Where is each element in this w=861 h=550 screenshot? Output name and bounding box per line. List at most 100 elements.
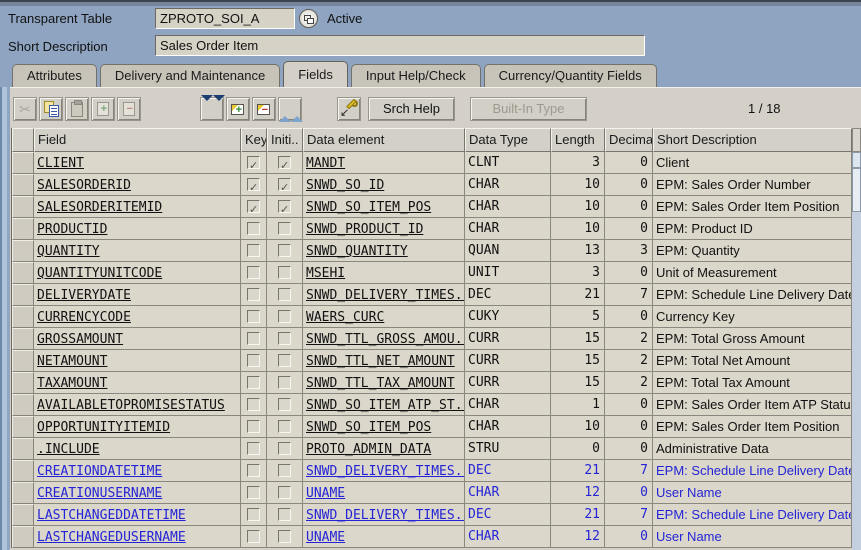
key-checkbox[interactable] xyxy=(247,420,260,433)
field-name-link[interactable]: CLIENT xyxy=(37,156,84,171)
length-cell[interactable]: 10 xyxy=(551,218,605,240)
copy-button[interactable] xyxy=(39,97,63,121)
data-type-cell[interactable]: CLNT xyxy=(465,152,551,174)
length-cell[interactable]: 21 xyxy=(551,504,605,526)
data-element-link[interactable]: SNWD_SO_ITEM_ATP_ST.. xyxy=(306,398,464,413)
tab-attributes[interactable]: Attributes xyxy=(12,64,97,87)
field-name-link[interactable]: NETAMOUNT xyxy=(37,354,107,369)
row-selector[interactable] xyxy=(12,372,34,394)
initial-checkbox[interactable] xyxy=(278,266,291,279)
key-checkbox[interactable] xyxy=(247,178,260,195)
field-name-link[interactable]: SALESORDERITEMID xyxy=(37,200,162,215)
initial-checkbox[interactable] xyxy=(278,376,291,389)
field-name-link[interactable]: .INCLUDE xyxy=(37,442,100,457)
column-header-field[interactable]: Field xyxy=(34,128,241,152)
initial-checkbox[interactable] xyxy=(278,244,291,257)
data-element-link[interactable]: MANDT xyxy=(306,156,345,171)
column-header-data-element[interactable]: Data element xyxy=(303,128,465,152)
data-element-link[interactable]: SNWD_SO_ID xyxy=(306,178,384,193)
key-checkbox[interactable] xyxy=(247,530,260,543)
data-type-cell[interactable]: DEC xyxy=(465,284,551,306)
row-selector[interactable] xyxy=(12,328,34,350)
row-selector[interactable] xyxy=(12,394,34,416)
initial-checkbox[interactable] xyxy=(278,420,291,433)
decimals-cell[interactable]: 2 xyxy=(605,350,653,372)
data-type-cell[interactable]: CHAR xyxy=(465,416,551,438)
decimals-cell[interactable]: 0 xyxy=(605,262,653,284)
decimals-cell[interactable]: 7 xyxy=(605,460,653,482)
field-name-link[interactable]: CREATIONUSERNAME xyxy=(37,486,162,501)
data-element-link[interactable]: SNWD_DELIVERY_TIMES.. xyxy=(306,464,464,479)
tab-currency-quantity-fields[interactable]: Currency/Quantity Fields xyxy=(483,64,657,87)
decimals-cell[interactable]: 0 xyxy=(605,306,653,328)
field-name-link[interactable]: QUANTITY xyxy=(37,244,100,259)
search-help-icon-button[interactable]: ↙ xyxy=(337,97,361,121)
data-type-cell[interactable]: CHAR xyxy=(465,482,551,504)
key-checkbox[interactable] xyxy=(247,486,260,499)
initial-checkbox[interactable] xyxy=(278,288,291,301)
row-selector[interactable] xyxy=(12,196,34,218)
data-element-link[interactable]: SNWD_SO_ITEM_POS xyxy=(306,420,431,435)
tab-input-help-check[interactable]: Input Help/Check xyxy=(350,64,481,87)
row-selector[interactable] xyxy=(12,240,34,262)
table-settings-button[interactable] xyxy=(852,128,861,152)
initial-checkbox[interactable] xyxy=(278,442,291,455)
decimals-cell[interactable]: 0 xyxy=(605,482,653,504)
field-name-link[interactable]: LASTCHANGEDUSERNAME xyxy=(37,530,186,545)
row-selector[interactable] xyxy=(12,460,34,482)
short-description-input[interactable] xyxy=(155,35,645,56)
length-cell[interactable]: 0 xyxy=(551,438,605,460)
decimals-cell[interactable]: 0 xyxy=(605,218,653,240)
initial-checkbox[interactable] xyxy=(278,178,291,195)
data-type-cell[interactable]: CURR xyxy=(465,328,551,350)
key-checkbox[interactable] xyxy=(247,200,260,217)
length-cell[interactable]: 3 xyxy=(551,152,605,174)
row-selector[interactable] xyxy=(12,174,34,196)
length-cell[interactable]: 15 xyxy=(551,328,605,350)
data-element-link[interactable]: SNWD_TTL_NET_AMOUNT xyxy=(306,354,455,369)
scroll-up-arrow[interactable] xyxy=(852,152,861,168)
data-element-link[interactable]: SNWD_DELIVERY_TIMES.. xyxy=(306,508,464,523)
data-element-link[interactable]: SNWD_QUANTITY xyxy=(306,244,408,259)
field-name-link[interactable]: GROSSAMOUNT xyxy=(37,332,123,347)
data-type-cell[interactable]: CHAR xyxy=(465,218,551,240)
initial-checkbox[interactable] xyxy=(278,310,291,323)
row-selector[interactable] xyxy=(12,306,34,328)
data-element-link[interactable]: UNAME xyxy=(306,530,345,545)
decimals-cell[interactable]: 7 xyxy=(605,284,653,306)
decimals-cell[interactable]: 2 xyxy=(605,328,653,350)
initial-checkbox[interactable] xyxy=(278,222,291,235)
length-cell[interactable]: 10 xyxy=(551,196,605,218)
data-type-cell[interactable]: DEC xyxy=(465,460,551,482)
length-cell[interactable]: 5 xyxy=(551,306,605,328)
table-name-input[interactable] xyxy=(155,8,295,29)
row-selector[interactable] xyxy=(12,152,34,174)
field-name-link[interactable]: SALESORDERID xyxy=(37,178,131,193)
field-name-link[interactable]: CURRENCYCODE xyxy=(37,310,131,325)
row-selector[interactable] xyxy=(12,482,34,504)
initial-checkbox[interactable] xyxy=(278,200,291,217)
key-checkbox[interactable] xyxy=(247,442,260,455)
display-object-button[interactable] xyxy=(299,9,318,28)
data-element-link[interactable]: UNAME xyxy=(306,486,345,501)
data-type-cell[interactable]: CURR xyxy=(465,372,551,394)
decimals-cell[interactable]: 0 xyxy=(605,438,653,460)
key-checkbox[interactable] xyxy=(247,156,260,173)
data-element-link[interactable]: SNWD_TTL_GROSS_AMOU.. xyxy=(306,332,464,347)
decimals-cell[interactable]: 7 xyxy=(605,504,653,526)
length-cell[interactable]: 12 xyxy=(551,526,605,548)
data-type-cell[interactable]: UNIT xyxy=(465,262,551,284)
data-element-link[interactable]: PROTO_ADMIN_DATA xyxy=(306,442,431,457)
column-header-length[interactable]: Length xyxy=(551,128,605,152)
initial-checkbox[interactable] xyxy=(278,508,291,521)
srch-help-button[interactable]: Srch Help xyxy=(368,97,455,121)
data-element-link[interactable]: SNWD_DELIVERY_TIMES.. xyxy=(306,288,464,303)
column-header-short-description[interactable]: Short Description xyxy=(653,128,852,152)
data-type-cell[interactable]: QUAN xyxy=(465,240,551,262)
scrollbar-thumb[interactable] xyxy=(852,168,861,212)
length-cell[interactable]: 15 xyxy=(551,372,605,394)
initial-checkbox[interactable] xyxy=(278,156,291,173)
row-selector[interactable] xyxy=(12,350,34,372)
field-name-link[interactable]: CREATIONDATETIME xyxy=(37,464,162,479)
data-type-cell[interactable]: STRU xyxy=(465,438,551,460)
